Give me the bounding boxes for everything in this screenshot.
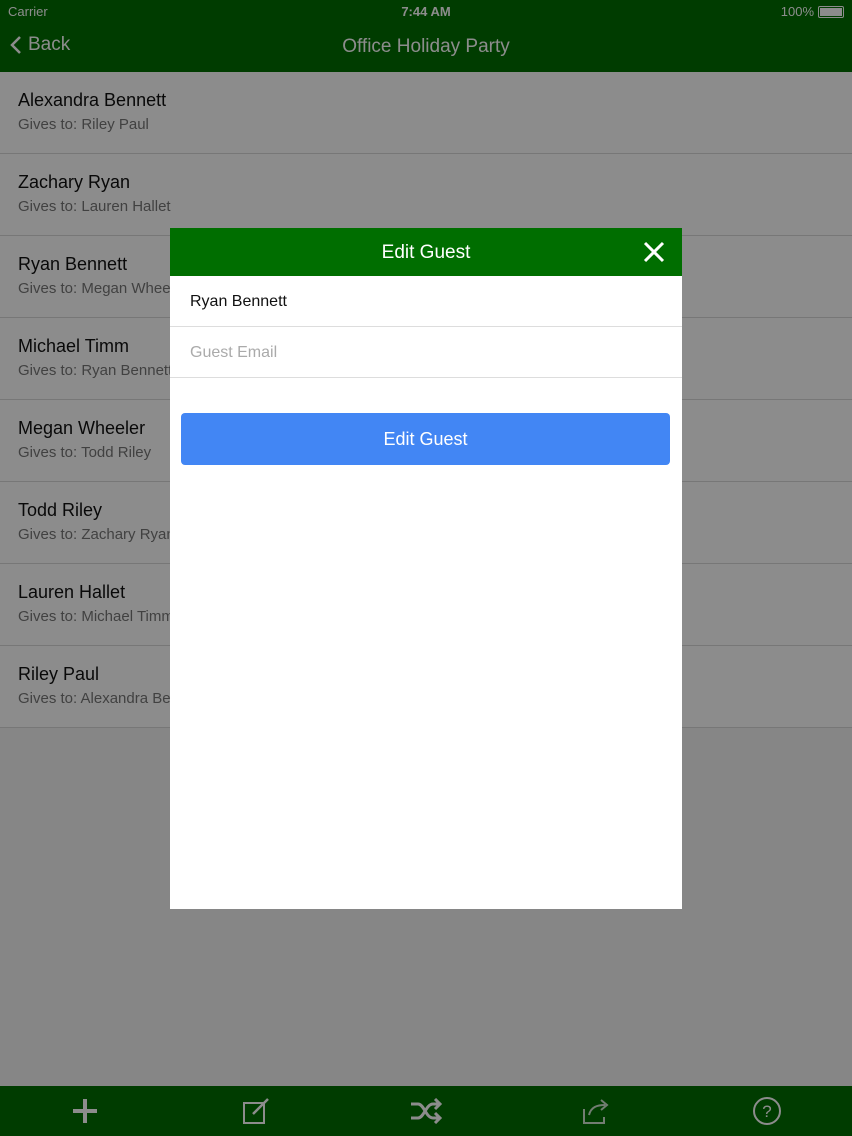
close-icon [643, 241, 665, 263]
close-button[interactable] [642, 240, 666, 264]
guest-email-input[interactable] [188, 327, 662, 379]
edit-guest-dialog: Edit Guest Edit Guest [170, 228, 682, 909]
guest-name-input[interactable] [188, 276, 662, 328]
dialog-header: Edit Guest [170, 228, 682, 276]
guest-name-field-row [170, 276, 682, 328]
edit-guest-button[interactable]: Edit Guest [181, 413, 670, 465]
dialog-title: Edit Guest [381, 242, 471, 263]
guest-email-field-row [170, 327, 682, 379]
